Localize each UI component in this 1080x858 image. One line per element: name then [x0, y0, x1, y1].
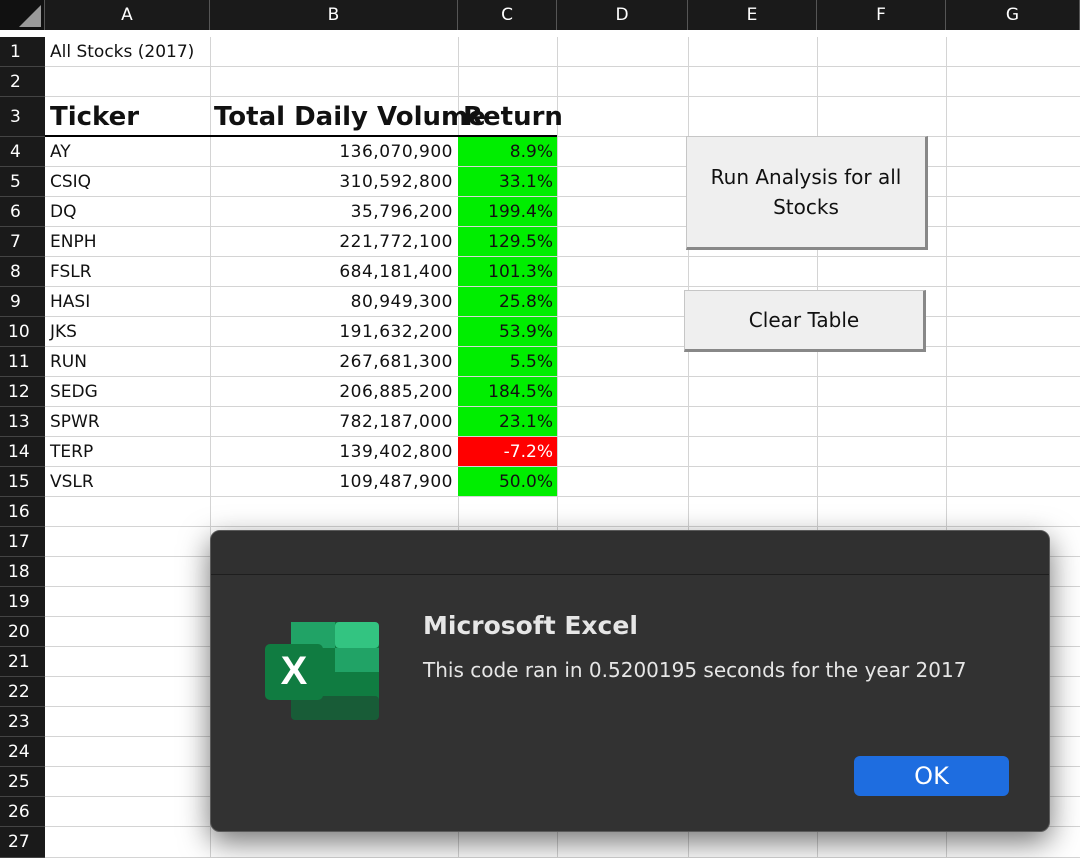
row-header-26[interactable]: 26: [0, 797, 45, 827]
return-cell[interactable]: 101.3%: [458, 257, 557, 286]
ticker-cell[interactable]: AY: [50, 137, 210, 167]
return-cell[interactable]: 184.5%: [458, 377, 557, 406]
row-header-9[interactable]: 9: [0, 287, 45, 317]
row-header-19[interactable]: 19: [0, 587, 45, 617]
volume-cell[interactable]: 136,070,900: [210, 137, 457, 167]
volume-cell[interactable]: 80,949,300: [210, 287, 457, 317]
row-header-17[interactable]: 17: [0, 527, 45, 557]
row-header-27[interactable]: 27: [0, 827, 45, 858]
column-header-a[interactable]: A: [45, 0, 210, 30]
clear-table-label: Clear Table: [748, 308, 860, 332]
volume-cell[interactable]: 782,187,000: [210, 407, 457, 437]
ticker-cell[interactable]: HASI: [50, 287, 210, 317]
return-cell[interactable]: 33.1%: [458, 167, 557, 196]
volume-cell[interactable]: 35,796,200: [210, 197, 457, 227]
row-header-16[interactable]: 16: [0, 497, 45, 527]
grid-row-line: [45, 66, 1080, 67]
run-analysis-label-line1: Run Analysis for all: [710, 165, 902, 189]
row-header-21[interactable]: 21: [0, 647, 45, 677]
alert-dialog: X Microsoft Excel This code ran in 0.520…: [210, 530, 1050, 832]
row-header-7[interactable]: 7: [0, 227, 45, 257]
return-cell[interactable]: 5.5%: [458, 347, 557, 376]
return-cell[interactable]: 8.9%: [458, 137, 557, 166]
row-header-1[interactable]: 1: [0, 37, 45, 67]
return-cell[interactable]: 25.8%: [458, 287, 557, 316]
svg-text:X: X: [281, 649, 308, 693]
return-cell[interactable]: 50.0%: [458, 467, 557, 496]
ticker-cell[interactable]: FSLR: [50, 257, 210, 287]
ticker-cell[interactable]: TERP: [50, 437, 210, 467]
volume-cell[interactable]: 191,632,200: [210, 317, 457, 347]
header-return[interactable]: Return: [463, 98, 563, 136]
return-cell[interactable]: -7.2%: [458, 437, 557, 466]
row-header-11[interactable]: 11: [0, 347, 45, 377]
return-cell[interactable]: 199.4%: [458, 197, 557, 226]
header-total-daily-volume[interactable]: Total Daily Volume: [214, 98, 486, 136]
row-header-22[interactable]: 22: [0, 677, 45, 707]
header-ticker[interactable]: Ticker: [50, 98, 210, 136]
dialog-titlebar[interactable]: [211, 531, 1049, 575]
return-cell[interactable]: 53.9%: [458, 317, 557, 346]
dialog-message: This code ran in 0.5200195 seconds for t…: [423, 658, 967, 682]
row-header-15[interactable]: 15: [0, 467, 45, 497]
volume-cell[interactable]: 221,772,100: [210, 227, 457, 257]
row-header-10[interactable]: 10: [0, 317, 45, 347]
row-header-4[interactable]: 4: [0, 137, 45, 167]
excel-logo-icon: X: [265, 622, 379, 720]
column-header-c[interactable]: C: [458, 0, 557, 30]
volume-cell[interactable]: 684,181,400: [210, 257, 457, 287]
select-all-corner[interactable]: [0, 0, 45, 30]
run-analysis-label-line2: Stocks: [773, 195, 839, 219]
column-header-d[interactable]: D: [557, 0, 688, 30]
ticker-cell[interactable]: VSLR: [50, 467, 210, 497]
ticker-cell[interactable]: SEDG: [50, 377, 210, 407]
row-header-20[interactable]: 20: [0, 617, 45, 647]
volume-cell[interactable]: 267,681,300: [210, 347, 457, 377]
ticker-cell[interactable]: DQ: [50, 197, 210, 227]
ticker-cell[interactable]: ENPH: [50, 227, 210, 257]
run-analysis-button[interactable]: Run Analysis for all Stocks: [686, 136, 928, 250]
row-header-5[interactable]: 5: [0, 167, 45, 197]
column-header-f[interactable]: F: [817, 0, 946, 30]
ok-button[interactable]: OK: [854, 756, 1009, 796]
row-header-18[interactable]: 18: [0, 557, 45, 587]
row-header-13[interactable]: 13: [0, 407, 45, 437]
row-header-12[interactable]: 12: [0, 377, 45, 407]
volume-cell[interactable]: 206,885,200: [210, 377, 457, 407]
volume-cell[interactable]: 310,592,800: [210, 167, 457, 197]
clear-table-button[interactable]: Clear Table: [684, 290, 926, 352]
column-header-e[interactable]: E: [688, 0, 817, 30]
row-header-3[interactable]: 3: [0, 97, 45, 137]
row-header-23[interactable]: 23: [0, 707, 45, 737]
row-header-25[interactable]: 25: [0, 767, 45, 797]
row-header-24[interactable]: 24: [0, 737, 45, 767]
dialog-title: Microsoft Excel: [423, 611, 638, 640]
ticker-cell[interactable]: JKS: [50, 317, 210, 347]
row-header-8[interactable]: 8: [0, 257, 45, 287]
row-header-2[interactable]: 2: [0, 67, 45, 97]
row-header-6[interactable]: 6: [0, 197, 45, 227]
volume-cell[interactable]: 139,402,800: [210, 437, 457, 467]
grid-row-line: [45, 526, 1080, 527]
cell-a1-title[interactable]: All Stocks (2017): [50, 37, 194, 67]
row-header-14[interactable]: 14: [0, 437, 45, 467]
column-header-g[interactable]: G: [946, 0, 1080, 30]
ticker-cell[interactable]: CSIQ: [50, 167, 210, 197]
column-header-b[interactable]: B: [210, 0, 458, 30]
ticker-cell[interactable]: SPWR: [50, 407, 210, 437]
return-cell[interactable]: 129.5%: [458, 227, 557, 256]
ticker-cell[interactable]: RUN: [50, 347, 210, 377]
volume-cell[interactable]: 109,487,900: [210, 467, 457, 497]
grid-row-line: [45, 96, 1080, 97]
return-cell[interactable]: 23.1%: [458, 407, 557, 436]
